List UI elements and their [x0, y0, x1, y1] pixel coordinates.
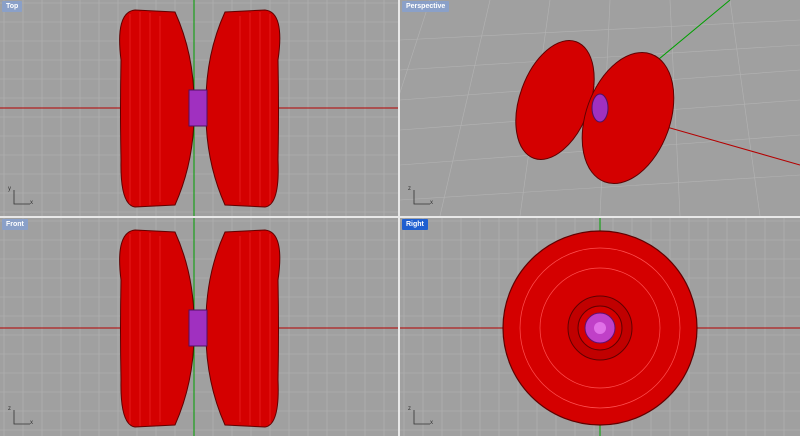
axis-label-z: z	[408, 406, 411, 412]
axis-label-x: x	[430, 200, 433, 206]
tab-perspective[interactable]: Perspective	[402, 1, 450, 12]
left-half	[119, 9, 195, 208]
viewport-right[interactable]: Right z x	[400, 218, 800, 436]
left-half	[119, 229, 195, 428]
yoyo-side-profile	[119, 9, 281, 208]
axis-indicator: z x	[408, 406, 434, 430]
axis-label-y: y	[8, 186, 11, 192]
front-view-canvas	[0, 218, 398, 436]
bearing	[188, 89, 208, 127]
yoyo-3d	[515, 40, 675, 184]
axis-indicator: z x	[8, 406, 34, 430]
axis-label-x: x	[30, 200, 33, 206]
axis-indicator: y x	[8, 186, 34, 210]
tab-top[interactable]: Top	[2, 1, 23, 12]
viewport-perspective[interactable]: Perspective z x	[400, 0, 800, 216]
axis-indicator: z x	[408, 186, 434, 210]
axis-label-z: z	[8, 406, 11, 412]
yoyo-front-face	[502, 230, 698, 426]
tab-front[interactable]: Front	[2, 219, 28, 230]
tab-right[interactable]: Right	[402, 219, 428, 230]
axis-label-x: x	[30, 420, 33, 426]
right-half	[205, 9, 281, 208]
right-view-canvas	[400, 218, 800, 436]
axis-label-x: x	[430, 420, 433, 426]
right-half	[205, 229, 281, 428]
axis-label-z: z	[408, 186, 411, 192]
viewport-top[interactable]: Top y x	[0, 0, 398, 216]
perspective-view-canvas	[400, 0, 800, 216]
top-view-canvas	[0, 0, 398, 216]
yoyo-side-profile	[119, 229, 281, 428]
bearing	[188, 309, 208, 347]
viewport-front[interactable]: Front z x	[0, 218, 398, 436]
